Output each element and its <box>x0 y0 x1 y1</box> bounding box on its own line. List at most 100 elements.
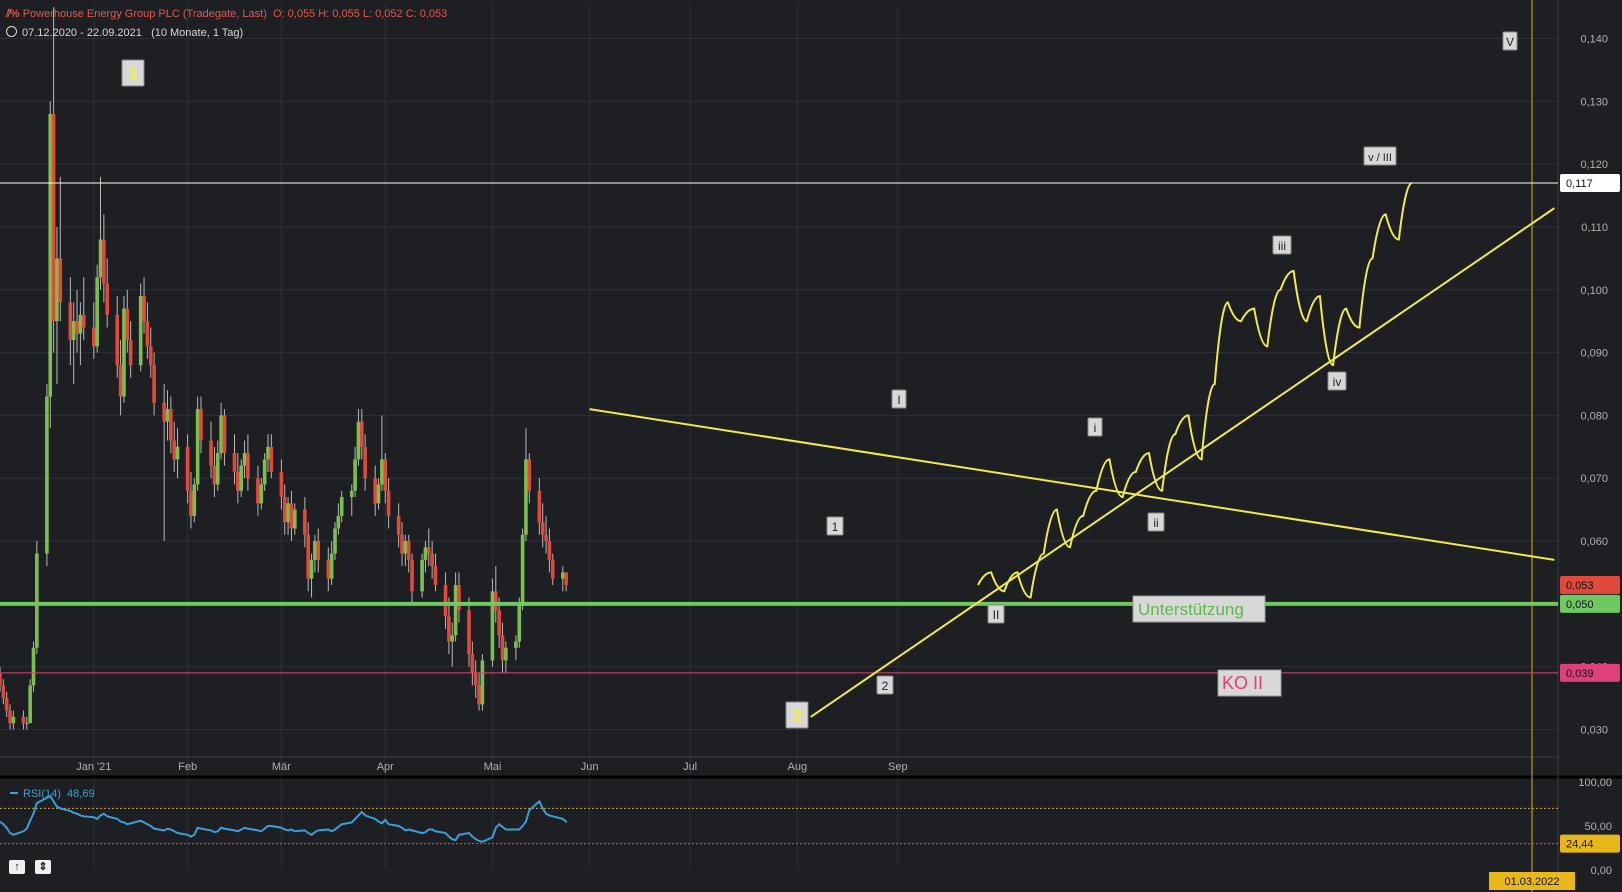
candle-body <box>376 484 381 504</box>
candle-body <box>497 610 501 636</box>
wave-label-text: V <box>1506 35 1514 49</box>
time-tick-label: Apr <box>377 761 394 773</box>
time-tick-label: Sep <box>888 761 908 773</box>
price-tick-label: 0,070 <box>1580 473 1608 485</box>
candle-body <box>125 308 130 341</box>
candle-body <box>547 541 552 560</box>
candle-body <box>71 321 76 341</box>
price-tick-label: 0,140 <box>1580 34 1608 46</box>
candle-body <box>169 409 173 441</box>
instrument-name: Powerhouse Energy Group PLC (Tradegate, … <box>22 8 267 20</box>
wave-label-text: i <box>1094 421 1097 435</box>
candle-body <box>504 647 508 661</box>
candle-body <box>51 113 56 322</box>
candle-body <box>48 113 53 397</box>
candle-body <box>212 465 217 485</box>
wave-label-text: I <box>897 393 900 407</box>
candle-body <box>470 654 475 673</box>
candle-body <box>162 402 166 422</box>
candle-body <box>138 296 143 366</box>
ohlc-values: O: 0,055 H: 0,055 L: 0,052 C: 0,053 <box>272 8 448 20</box>
date-range: 07.12.2020 - 22.09.2021 <box>22 27 142 39</box>
candle-body <box>246 453 250 479</box>
candle-body <box>25 723 29 725</box>
candle-body <box>209 440 213 466</box>
candle-body <box>316 541 321 560</box>
time-tick-label: Jul <box>683 761 697 773</box>
range-header: 07.12.2020 - 22.09.2021 (10 Monate, 1 Ta… <box>6 26 243 39</box>
candle-body <box>457 584 461 611</box>
candle-body <box>333 528 337 554</box>
candle-body <box>467 610 471 655</box>
candle-body <box>118 365 123 397</box>
candle-body <box>128 340 133 366</box>
rsi-legend: RSI(14) 48,69 <box>10 788 95 800</box>
price-tick-label: 0,030 <box>1580 724 1608 736</box>
time-tick-label: Feb <box>178 761 197 773</box>
candle-body <box>282 497 287 523</box>
chart-background <box>0 0 1622 892</box>
candle-body <box>145 321 150 347</box>
wave-label-text: II <box>993 608 1000 622</box>
candle-body <box>8 710 12 724</box>
candle-body <box>239 465 243 491</box>
candle-body <box>309 559 314 579</box>
clock-icon <box>6 26 17 37</box>
candle-body <box>433 566 438 585</box>
candle-body <box>500 635 505 661</box>
candle-body <box>410 559 414 592</box>
price-chart[interactable]: 0,0300,0400,0500,0600,0700,0800,0900,100… <box>0 0 1622 892</box>
wave-label-text: 2 <box>882 679 889 693</box>
candle-body <box>175 446 180 460</box>
wave-label-text: 2 <box>792 706 802 726</box>
wave-label-text: ii <box>1153 516 1158 530</box>
time-tick-label: Jan '21 <box>76 761 111 773</box>
candle-body <box>78 314 83 334</box>
candle-body <box>172 440 176 460</box>
time-tick-label: Mär <box>272 761 291 773</box>
candle-body <box>11 716 16 724</box>
price-level-label: 0,039 <box>1566 668 1594 680</box>
candle-body <box>356 421 361 460</box>
candle-body <box>423 547 428 560</box>
candle-body <box>477 685 481 705</box>
candle-body <box>430 553 434 567</box>
chart-window: { "header": { "instrument": "Powerhouse … <box>0 0 1622 892</box>
candle-body <box>95 277 99 347</box>
support-text: Unterstützung <box>1138 600 1244 619</box>
period-text: (10 Monate, 1 Tag) <box>151 27 244 39</box>
candle-body <box>306 534 310 579</box>
candle-body <box>550 559 555 579</box>
price-tick-label: 0,130 <box>1580 96 1608 108</box>
candle-body <box>256 478 260 504</box>
candle-body <box>98 239 103 278</box>
candle-body <box>21 716 26 724</box>
candle-body <box>262 459 267 485</box>
candle-body <box>544 534 548 542</box>
candle-body <box>293 509 297 529</box>
candle-body <box>349 490 354 498</box>
price-tick-label: 0,110 <box>1581 222 1608 234</box>
candle-body <box>339 497 344 516</box>
candle-body <box>353 459 357 491</box>
candle-body <box>142 296 146 322</box>
candle-body <box>400 534 404 554</box>
time-tick-label: Jun <box>581 761 599 773</box>
candle-body <box>453 584 458 636</box>
candle-body <box>0 672 2 686</box>
candle-body <box>115 314 120 366</box>
rsi-value: 48,69 <box>67 788 95 800</box>
rsi-tick-label: 100,00 <box>1578 777 1612 789</box>
arrow-up-icon[interactable]: ↑ <box>9 860 25 874</box>
fit-vertical-icon[interactable]: ⇕ <box>35 860 51 874</box>
candle-body <box>480 660 485 705</box>
candle-body <box>383 459 388 491</box>
candle-body <box>447 616 451 642</box>
candle-body <box>443 584 448 617</box>
candle-body <box>185 446 190 491</box>
candle-body <box>540 522 545 535</box>
last-price-label: 0,053 <box>1566 580 1594 592</box>
candle-body <box>192 484 197 516</box>
wave-label-text: iv <box>1333 375 1342 389</box>
candle-body <box>406 541 411 560</box>
